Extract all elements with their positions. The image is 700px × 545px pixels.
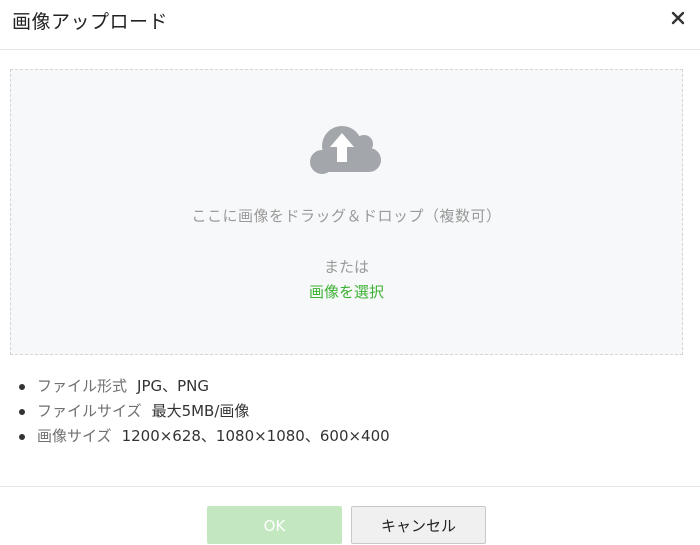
spec-value-format: JPG、PNG [137, 377, 209, 395]
list-item: ファイル形式 JPG、PNG [0, 374, 390, 399]
ok-button[interactable]: OK [207, 506, 342, 544]
spec-label-filesize: ファイルサイズ [37, 402, 142, 420]
dialog-title: 画像アップロード [12, 11, 169, 33]
upload-requirements-list: ファイル形式 JPG、PNG ファイルサイズ 最大5MB/画像 画像サイズ 1200×… [0, 374, 390, 449]
spec-value-imagesize: 1200×628、1080×1080、600×400 [121, 427, 390, 445]
cloud-upload-icon [308, 122, 384, 182]
spec-label-format: ファイル形式 [37, 377, 128, 395]
spec-value-filesize: 最大5MB/画像 [151, 402, 250, 420]
list-item: 画像サイズ 1200×628、1080×1080、600×400 [0, 424, 390, 449]
image-dropzone[interactable]: ここに画像をドラッグ＆ドロップ（複数可） または 画像を選択 [10, 69, 683, 355]
list-item: ファイルサイズ 最大5MB/画像 [0, 399, 390, 424]
dialog-footer: OK キャンセル [0, 486, 700, 545]
dialog-header: 画像アップロード [0, 0, 700, 50]
or-separator-text: または [323, 258, 369, 276]
close-icon[interactable] [670, 10, 686, 26]
cancel-button[interactable]: キャンセル [351, 506, 486, 544]
spec-label-imagesize: 画像サイズ [37, 427, 112, 445]
upload-dialog: 画像アップロード ここに画像をドラッグ＆ドロップ（複数可） または 画像を選択 … [0, 0, 700, 545]
select-image-link[interactable]: 画像を選択 [11, 281, 682, 302]
drop-instruction: ここに画像をドラッグ＆ドロップ（複数可） [191, 207, 502, 225]
